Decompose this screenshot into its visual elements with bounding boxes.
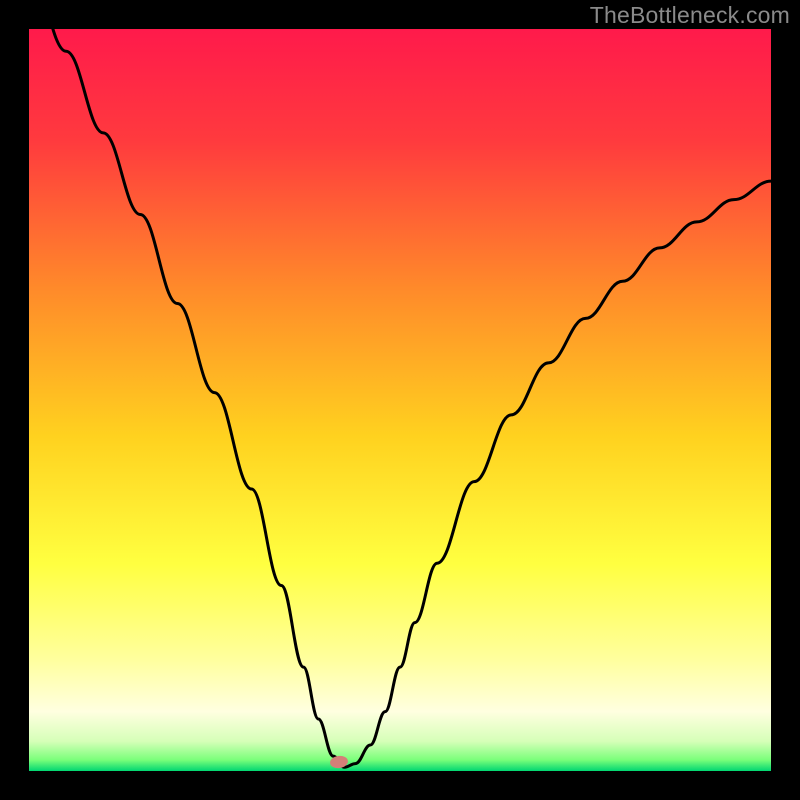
plot-background	[29, 29, 771, 771]
chart-svg	[0, 0, 800, 800]
watermark-text: TheBottleneck.com	[590, 2, 790, 29]
chart-frame: { "watermark": "TheBottleneck.com", "plo…	[0, 0, 800, 800]
